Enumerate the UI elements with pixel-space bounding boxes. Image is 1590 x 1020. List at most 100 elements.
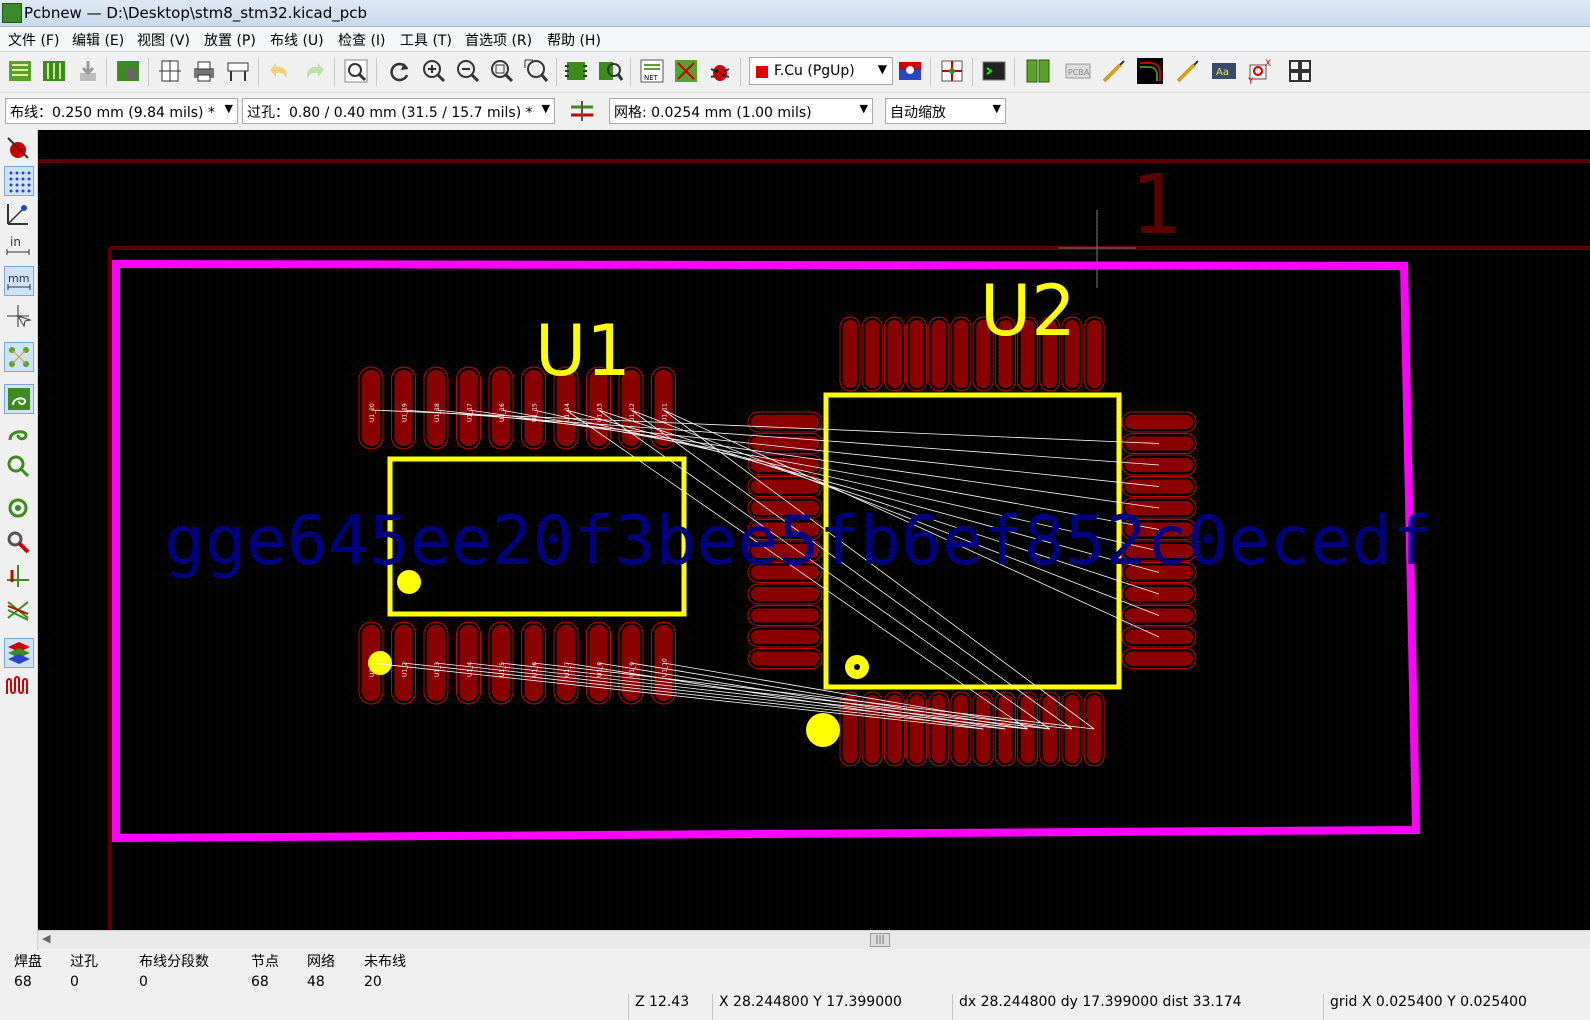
u2-reference: U2 (980, 270, 1076, 352)
track-sketch-icon[interactable] (4, 562, 34, 592)
footprint-editor-icon[interactable] (562, 57, 590, 85)
plot-icon[interactable] (224, 57, 252, 85)
print-icon[interactable] (190, 57, 218, 85)
undo-icon[interactable] (266, 57, 294, 85)
high-contrast-icon[interactable] (4, 596, 34, 626)
stat-nodes: 节点 68 (251, 952, 279, 992)
u2-pad[interactable] (751, 479, 819, 494)
svg-text:PCBA: PCBA (1068, 68, 1090, 77)
length-tuner-icon[interactable] (1136, 57, 1164, 85)
u2-pad[interactable] (843, 320, 857, 388)
open-board-icon[interactable] (40, 57, 68, 85)
u2-pad[interactable] (751, 436, 819, 451)
polar-coords-icon[interactable] (4, 200, 34, 230)
zoom-out-icon[interactable] (454, 57, 482, 85)
zone-fill-icon[interactable] (938, 57, 966, 85)
pad-label: U1_5 (499, 662, 506, 677)
via-sketch-icon[interactable] (4, 528, 34, 558)
inch-units-icon[interactable]: in (4, 232, 34, 262)
text-tool-icon[interactable]: Aa (1210, 57, 1238, 85)
find-icon[interactable] (342, 57, 370, 85)
menu-inspect[interactable]: 检查 (I) (338, 30, 386, 50)
menu-edit[interactable]: 编辑 (E) (72, 30, 124, 50)
u2-pad[interactable] (843, 695, 857, 763)
u2-pad[interactable] (887, 320, 902, 388)
drc-markers-icon[interactable] (4, 134, 34, 164)
menu-file[interactable]: 文件 (F) (8, 30, 59, 50)
cursor-shape-icon[interactable] (4, 302, 34, 332)
update-pcb-icon[interactable] (672, 57, 700, 85)
layers-manager-icon[interactable] (4, 638, 34, 668)
u2-pad[interactable] (751, 651, 819, 666)
u2-pad[interactable] (1125, 415, 1193, 429)
menu-help[interactable]: 帮助 (H) (547, 30, 601, 50)
u2-pad[interactable] (1125, 651, 1193, 666)
status-bar: 焊盘 68 过孔 0 布线分段数 0 节点 68 网络 48 未布线 20 Z 12.43 … (0, 950, 1590, 1020)
zoom-readout: Z 12.43 (628, 994, 711, 1020)
pcb-canvas[interactable]: 1 U1_20U1_19U1_18U1_17U1_16U1_15U1_14U1_… (38, 130, 1590, 930)
fill-zones-icon[interactable] (4, 384, 34, 414)
route-tool-icon[interactable] (1100, 57, 1128, 85)
grid-select[interactable]: 网格: 0.0254 mm (1.00 mils) ▼ (609, 98, 873, 124)
toolbar-separator (334, 58, 335, 86)
page-settings-icon[interactable] (156, 57, 184, 85)
u2-pad[interactable] (931, 320, 946, 388)
pad-sketch-icon[interactable] (4, 494, 34, 524)
pcba-icon[interactable]: PCBA (1064, 57, 1092, 85)
menu-tools[interactable]: 工具 (T) (400, 30, 452, 50)
pad-numbering-icon[interactable]: XY (1246, 57, 1274, 85)
layer-select[interactable]: F.Cu (PgUp) ▼ (749, 57, 893, 85)
u2-pad[interactable] (954, 320, 968, 388)
microwave-toolbar-icon[interactable] (4, 672, 34, 702)
u2-pad[interactable] (1087, 320, 1102, 388)
menu-preferences[interactable]: 首选项 (R) (465, 30, 532, 50)
refresh-icon[interactable] (386, 57, 414, 85)
track-width-select[interactable]: 布线：0.250 mm (9.84 mils) * ▼ (5, 98, 238, 124)
microwave-tools-icon[interactable] (1024, 57, 1052, 85)
scroll-left-icon[interactable]: ◀ (42, 932, 50, 945)
u2-pad[interactable] (751, 587, 819, 601)
footprint-browser-icon[interactable] (596, 57, 624, 85)
board-setup-icon[interactable] (114, 57, 142, 85)
route-diff-pair-icon[interactable] (1174, 57, 1202, 85)
u2-pad[interactable] (751, 630, 819, 644)
auto-track-width-icon[interactable] (568, 97, 596, 125)
svg-text:Aa: Aa (1216, 67, 1229, 78)
stat-nets: 网络 48 (307, 952, 335, 992)
zoom-select[interactable]: 自动缩放 ▼ (885, 98, 1006, 124)
menu-route[interactable]: 布线 (U) (270, 30, 324, 50)
via-size-select[interactable]: 过孔：0.80 / 0.40 mm (31.5 / 15.7 mils) * ▼ (242, 98, 555, 124)
horizontal-scrollbar[interactable]: ◀ ||| (38, 930, 1590, 949)
zone-sketch-icon[interactable] (4, 452, 34, 482)
zoom-in-icon[interactable] (420, 57, 448, 85)
options-toolbar: 布线：0.250 mm (9.84 mils) * ▼ 过孔：0.80 / 0.… (0, 93, 1590, 129)
u2-pad[interactable] (865, 320, 880, 388)
zone-outline-icon[interactable] (4, 418, 34, 448)
u2-pad[interactable] (909, 320, 924, 388)
zoom-selection-icon[interactable] (522, 57, 550, 85)
save-icon[interactable] (74, 57, 102, 85)
u2-pad[interactable] (751, 608, 819, 623)
drc-bug-icon[interactable] (706, 57, 734, 85)
netlist-icon[interactable]: NET (638, 57, 666, 85)
redo-icon[interactable] (300, 57, 328, 85)
menu-view[interactable]: 视图 (V) (137, 30, 190, 50)
show-ratsnest-icon[interactable] (4, 342, 34, 372)
toolbar-separator (148, 58, 149, 86)
scroll-thumb[interactable]: ||| (870, 933, 890, 947)
show-grid-icon[interactable] (4, 166, 34, 196)
u2-pad[interactable] (954, 695, 968, 763)
scripting-console-icon[interactable] (980, 57, 1008, 85)
grid-layout-icon[interactable] (1286, 57, 1314, 85)
pad-label: U1_2 (402, 662, 409, 677)
u2-pad[interactable] (931, 695, 946, 763)
pcb-drawing[interactable]: 1 U1_20U1_19U1_18U1_17U1_16U1_15U1_14U1_… (38, 130, 1590, 930)
main-toolbar: NET F.Cu (PgUp) ▼ PCBA Aa XY (0, 52, 1590, 93)
zoom-fit-icon[interactable] (488, 57, 516, 85)
u2-pad[interactable] (1042, 695, 1057, 763)
new-board-icon[interactable] (6, 57, 34, 85)
layer-pair-icon[interactable] (896, 57, 924, 85)
menu-place[interactable]: 放置 (P) (204, 30, 256, 50)
mm-units-icon[interactable]: mm (4, 266, 34, 296)
grid-value: 网格: 0.0254 mm (1.00 mils) (614, 105, 812, 121)
